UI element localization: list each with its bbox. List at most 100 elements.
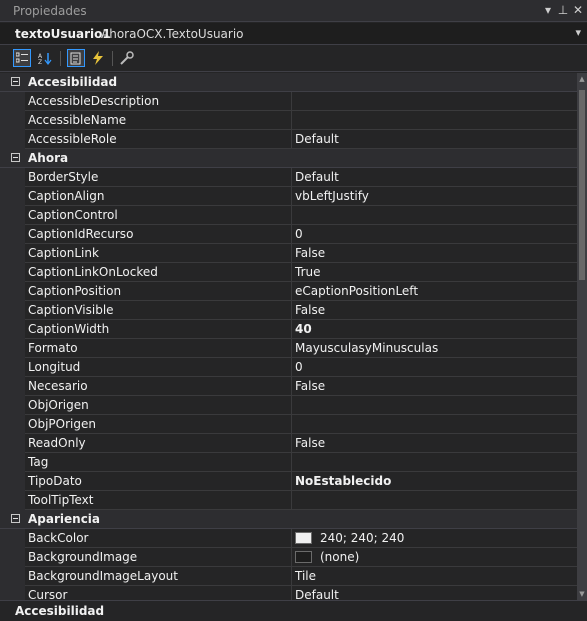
property-value[interactable] [292, 453, 577, 472]
property-value[interactable]: 240; 240; 240 [292, 529, 577, 548]
dropdown-icon[interactable]: ▾ [541, 3, 555, 17]
property-row[interactable]: BackgroundImage (none) [0, 548, 577, 567]
property-row[interactable]: BorderStyle Default [0, 168, 577, 187]
property-name: CaptionLinkOnLocked [25, 263, 292, 282]
property-row[interactable]: ReadOnly False [0, 434, 577, 453]
row-gutter [0, 187, 25, 206]
property-value[interactable]: 0 [292, 358, 577, 377]
property-value[interactable]: NoEstablecido [292, 472, 577, 491]
collapse-icon[interactable] [11, 153, 20, 162]
property-row[interactable]: CaptionWidth 40 [0, 320, 577, 339]
property-value-text: (none) [320, 550, 360, 564]
property-value[interactable] [292, 491, 577, 510]
row-gutter [0, 396, 25, 415]
property-row[interactable]: CaptionVisible False [0, 301, 577, 320]
property-value[interactable]: 0 [292, 225, 577, 244]
property-value[interactable]: vbLeftJustify [292, 187, 577, 206]
property-name: ObjOrigen [25, 396, 292, 415]
property-row[interactable]: BackColor 240; 240; 240 [0, 529, 577, 548]
vertical-scrollbar[interactable]: ▲ ▼ [577, 73, 587, 600]
chevron-down-icon[interactable]: ▾ [575, 26, 581, 39]
property-name: BackgroundImageLayout [25, 567, 292, 586]
collapse-icon[interactable] [11, 77, 20, 86]
property-row[interactable]: Tag [0, 453, 577, 472]
row-gutter [0, 377, 25, 396]
scroll-down-icon[interactable]: ▼ [577, 590, 587, 598]
description-title: Accesibilidad [15, 604, 105, 618]
property-value[interactable]: MayusculasyMinusculas [292, 339, 577, 358]
row-gutter [0, 529, 25, 548]
row-gutter [0, 130, 25, 149]
row-gutter [0, 586, 25, 600]
property-value-text: 240; 240; 240 [320, 531, 405, 545]
property-value[interactable]: False [292, 434, 577, 453]
svg-text:Z: Z [38, 59, 42, 65]
row-gutter [0, 453, 25, 472]
property-value[interactable]: False [292, 377, 577, 396]
property-value[interactable]: True [292, 263, 577, 282]
row-gutter [0, 301, 25, 320]
row-gutter [0, 339, 25, 358]
property-row[interactable]: Longitud 0 [0, 358, 577, 377]
property-value[interactable]: 40 [292, 320, 577, 339]
property-row[interactable]: AccessibleName [0, 111, 577, 130]
property-name: BackColor [25, 529, 292, 548]
property-pages-icon[interactable] [118, 49, 136, 67]
property-value[interactable] [292, 111, 577, 130]
property-row[interactable]: CaptionLinkOnLocked True [0, 263, 577, 282]
property-value[interactable]: False [292, 244, 577, 263]
properties-view-icon[interactable] [67, 49, 85, 67]
property-value[interactable] [292, 396, 577, 415]
property-row[interactable]: TipoDato NoEstablecido [0, 472, 577, 491]
property-value[interactable]: Tile [292, 567, 577, 586]
color-swatch [295, 551, 312, 563]
properties-toolbar: AZ [0, 46, 587, 72]
property-value[interactable] [292, 206, 577, 225]
pin-icon[interactable]: ⊥ [556, 3, 570, 17]
close-icon[interactable]: ✕ [571, 3, 585, 17]
property-row[interactable]: CaptionAlign vbLeftJustify [0, 187, 577, 206]
property-name: Necesario [25, 377, 292, 396]
property-row[interactable]: CaptionIdRecurso 0 [0, 225, 577, 244]
property-value[interactable]: Default [292, 130, 577, 149]
scrollbar-thumb[interactable] [579, 90, 585, 280]
collapse-icon[interactable] [11, 514, 20, 523]
row-gutter [0, 168, 25, 187]
property-grid: Accesibilidad AccessibleDescription Access… [0, 73, 577, 600]
categorized-view-icon[interactable] [13, 49, 31, 67]
row-gutter [0, 434, 25, 453]
row-gutter [0, 111, 25, 130]
category-row[interactable]: Accesibilidad [0, 73, 577, 92]
property-row[interactable]: AccessibleRole Default [0, 130, 577, 149]
description-pane: Accesibilidad [0, 600, 587, 621]
property-value[interactable]: False [292, 301, 577, 320]
property-row[interactable]: ToolTipText [0, 491, 577, 510]
property-row[interactable]: CaptionLink False [0, 244, 577, 263]
property-value[interactable]: eCaptionPositionLeft [292, 282, 577, 301]
property-row[interactable]: CaptionPosition eCaptionPositionLeft [0, 282, 577, 301]
category-label: Ahora [28, 151, 69, 165]
property-row[interactable]: BackgroundImageLayout Tile [0, 567, 577, 586]
property-row[interactable]: CaptionControl [0, 206, 577, 225]
scroll-up-icon[interactable]: ▲ [577, 75, 587, 83]
property-value[interactable]: Default [292, 168, 577, 187]
property-value[interactable] [292, 415, 577, 434]
property-name: BackgroundImage [25, 548, 292, 567]
property-value[interactable]: (none) [292, 548, 577, 567]
property-row[interactable]: ObjPOrigen [0, 415, 577, 434]
events-view-icon[interactable] [89, 49, 107, 67]
row-gutter [0, 491, 25, 510]
property-row[interactable]: Necesario False [0, 377, 577, 396]
property-row[interactable]: AccessibleDescription [0, 92, 577, 111]
property-name: CaptionAlign [25, 187, 292, 206]
object-selector[interactable]: textoUsuario1 AhoraOCX.TextoUsuario ▾ [0, 23, 587, 45]
property-row[interactable]: Formato MayusculasyMinusculas [0, 339, 577, 358]
property-row[interactable]: Cursor Default [0, 586, 577, 600]
category-row[interactable]: Apariencia [0, 510, 577, 529]
property-value[interactable]: Default [292, 586, 577, 600]
property-value[interactable] [292, 92, 577, 111]
row-gutter [0, 567, 25, 586]
property-row[interactable]: ObjOrigen [0, 396, 577, 415]
alphabetical-view-icon[interactable]: AZ [36, 49, 54, 67]
category-row[interactable]: Ahora [0, 149, 577, 168]
